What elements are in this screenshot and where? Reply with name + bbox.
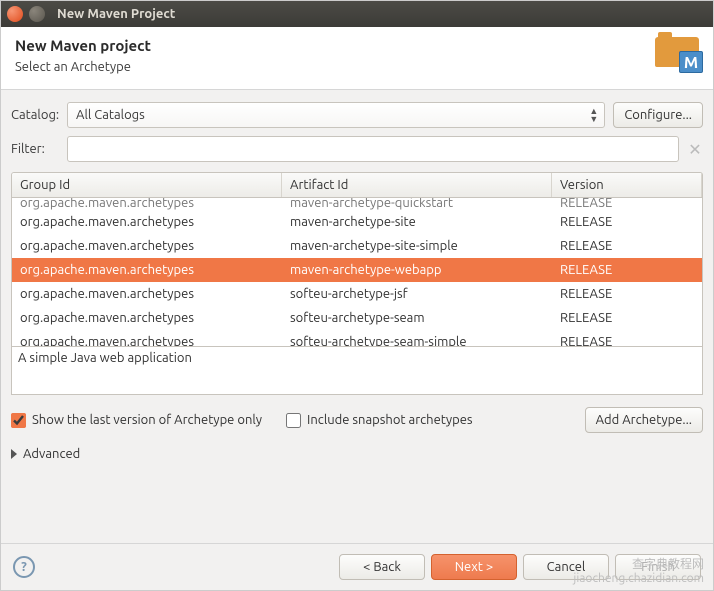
configure-button[interactable]: Configure... — [613, 102, 703, 128]
archetype-table: Group Id Artifact Id Version org.apache.… — [11, 172, 703, 347]
column-artifact-id[interactable]: Artifact Id — [282, 173, 552, 197]
maven-icon: M — [655, 37, 699, 77]
catalog-selected-value: All Catalogs — [76, 108, 145, 122]
filter-label: Filter: — [11, 142, 67, 156]
page-title: New Maven project — [15, 37, 151, 54]
checkbox-label: Show the last version of Archetype only — [32, 413, 262, 427]
cancel-button[interactable]: Cancel — [523, 554, 609, 580]
column-version[interactable]: Version — [552, 173, 702, 197]
table-row[interactable]: org.apache.maven.archetypesmaven-archety… — [12, 198, 702, 210]
next-button[interactable]: Next > — [431, 554, 517, 580]
checkbox-label: Include snapshot archetypes — [307, 413, 473, 427]
advanced-label: Advanced — [23, 447, 80, 461]
include-snapshot-checkbox[interactable]: Include snapshot archetypes — [286, 413, 473, 428]
back-button[interactable]: < Back — [339, 554, 425, 580]
table-row[interactable]: org.apache.maven.archetypesmaven-archety… — [12, 210, 702, 234]
help-icon[interactable]: ? — [13, 556, 35, 578]
window-titlebar: New Maven Project — [1, 1, 713, 27]
catalog-label: Catalog: — [11, 108, 67, 122]
table-row[interactable]: org.apache.maven.archetypessofteu-archet… — [12, 282, 702, 306]
table-row[interactable]: org.apache.maven.archetypesmaven-archety… — [12, 258, 702, 282]
add-archetype-button[interactable]: Add Archetype... — [585, 407, 703, 433]
checkbox-input[interactable] — [11, 413, 26, 428]
wizard-header: New Maven project Select an Archetype M — [1, 27, 713, 90]
table-row[interactable]: org.apache.maven.archetypessofteu-archet… — [12, 330, 702, 346]
chevron-updown-icon: ▲▼ — [589, 107, 598, 123]
close-icon[interactable] — [7, 6, 23, 22]
finish-button: Finish — [615, 554, 701, 580]
table-header: Group Id Artifact Id Version — [12, 173, 702, 198]
triangle-right-icon — [11, 449, 17, 459]
clear-filter-icon[interactable]: ✕ — [687, 140, 703, 159]
minimize-icon[interactable] — [29, 6, 45, 22]
checkbox-input[interactable] — [286, 413, 301, 428]
page-subtitle: Select an Archetype — [15, 60, 151, 74]
show-last-version-checkbox[interactable]: Show the last version of Archetype only — [11, 413, 262, 428]
catalog-select[interactable]: All Catalogs ▲▼ — [67, 102, 605, 128]
advanced-expander[interactable]: Advanced — [11, 447, 703, 461]
table-row[interactable]: org.apache.maven.archetypesmaven-archety… — [12, 234, 702, 258]
table-row[interactable]: org.apache.maven.archetypessofteu-archet… — [12, 306, 702, 330]
window-title: New Maven Project — [57, 7, 175, 21]
archetype-description: A simple Java web application — [11, 347, 703, 395]
wizard-footer: ? < Back Next > Cancel Finish — [1, 543, 713, 590]
filter-input[interactable] — [67, 136, 679, 162]
column-group-id[interactable]: Group Id — [12, 173, 282, 197]
